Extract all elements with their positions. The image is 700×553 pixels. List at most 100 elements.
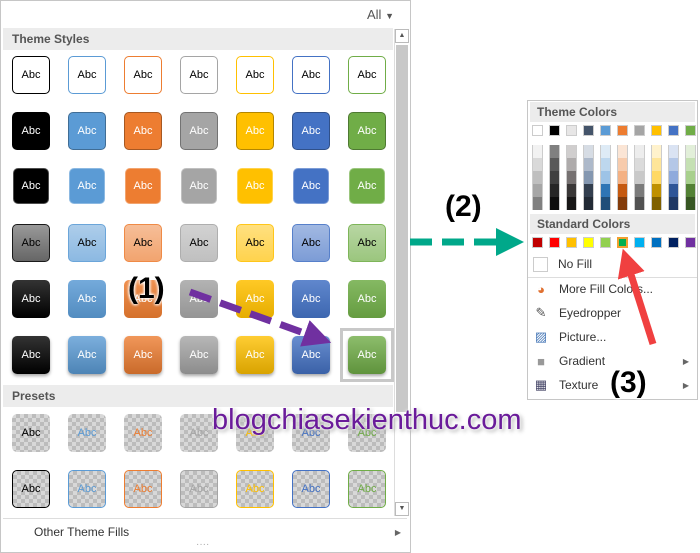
- style-tile[interactable]: Abc: [293, 168, 329, 204]
- theme-shade-swatch[interactable]: [668, 171, 679, 184]
- theme-shade-swatch[interactable]: [651, 171, 662, 184]
- theme-shade-swatch[interactable]: [634, 184, 645, 197]
- theme-shade-swatch[interactable]: [583, 158, 594, 171]
- theme-shade-swatch[interactable]: [668, 145, 679, 158]
- style-tile[interactable]: Abc: [348, 56, 386, 94]
- scroll-down-button[interactable]: ▼: [395, 502, 409, 516]
- theme-shade-swatch[interactable]: [651, 158, 662, 171]
- theme-shade-swatch[interactable]: [617, 197, 628, 210]
- theme-shade-swatch[interactable]: [549, 158, 560, 171]
- style-tile[interactable]: Abc: [349, 168, 385, 204]
- style-tile[interactable]: Abc: [12, 336, 50, 374]
- standard-color-swatch[interactable]: [549, 237, 560, 248]
- style-tile[interactable]: Abc: [180, 280, 218, 318]
- style-tile[interactable]: Abc: [181, 168, 217, 204]
- style-tile[interactable]: Abc: [236, 280, 274, 318]
- theme-color-swatch[interactable]: [532, 125, 543, 136]
- theme-shade-swatch[interactable]: [583, 145, 594, 158]
- theme-color-swatch[interactable]: [583, 125, 594, 136]
- theme-shade-swatch[interactable]: [685, 184, 696, 197]
- style-tile[interactable]: Abc: [125, 168, 161, 204]
- style-tile[interactable]: Abc: [12, 224, 50, 262]
- style-tile[interactable]: Abc: [180, 336, 218, 374]
- theme-shade-swatch[interactable]: [685, 145, 696, 158]
- resize-grip[interactable]: ····: [196, 539, 209, 550]
- style-tile[interactable]: Abc: [180, 56, 218, 94]
- theme-shade-swatch[interactable]: [532, 158, 543, 171]
- standard-color-swatch[interactable]: [634, 237, 645, 248]
- theme-shade-swatch[interactable]: [685, 158, 696, 171]
- theme-color-swatch[interactable]: [549, 125, 560, 136]
- style-tile[interactable]: Abc: [292, 56, 330, 94]
- theme-shade-swatch[interactable]: [549, 184, 560, 197]
- style-tile[interactable]: Abc: [12, 112, 50, 150]
- style-tile[interactable]: Abc: [180, 470, 218, 508]
- theme-shade-swatch[interactable]: [668, 184, 679, 197]
- filter-dropdown[interactable]: All ▼: [367, 7, 394, 22]
- theme-shade-swatch[interactable]: [549, 171, 560, 184]
- style-tile[interactable]: Abc: [12, 414, 50, 452]
- style-tile[interactable]: Abc: [292, 224, 330, 262]
- theme-color-swatch[interactable]: [600, 125, 611, 136]
- style-tile[interactable]: Abc: [68, 280, 106, 318]
- style-tile[interactable]: Abc: [68, 414, 106, 452]
- theme-shade-swatch[interactable]: [532, 171, 543, 184]
- theme-shade-swatch[interactable]: [651, 145, 662, 158]
- style-tile[interactable]: Abc: [236, 112, 274, 150]
- standard-color-swatch[interactable]: [532, 237, 543, 248]
- theme-shade-swatch[interactable]: [566, 145, 577, 158]
- theme-shade-swatch[interactable]: [634, 145, 645, 158]
- style-tile[interactable]: Abc: [348, 280, 386, 318]
- standard-color-swatch[interactable]: [566, 237, 577, 248]
- standard-color-swatch[interactable]: [583, 237, 594, 248]
- theme-color-swatch[interactable]: [566, 125, 577, 136]
- menu-item-more-fill-colors[interactable]: ◕ More Fill Colors...: [528, 278, 697, 300]
- style-tile[interactable]: Abc: [292, 336, 330, 374]
- style-tile[interactable]: Abc: [180, 224, 218, 262]
- style-tile[interactable]: Abc: [13, 168, 49, 204]
- theme-shade-swatch[interactable]: [566, 171, 577, 184]
- theme-color-swatch[interactable]: [668, 125, 679, 136]
- style-tile[interactable]: Abc: [124, 336, 162, 374]
- style-tile[interactable]: Abc: [292, 112, 330, 150]
- theme-shade-swatch[interactable]: [651, 184, 662, 197]
- theme-shade-swatch[interactable]: [566, 197, 577, 210]
- style-tile[interactable]: Abc: [124, 224, 162, 262]
- style-tile[interactable]: Abc: [348, 224, 386, 262]
- theme-shade-swatch[interactable]: [668, 197, 679, 210]
- theme-shade-swatch[interactable]: [668, 158, 679, 171]
- theme-shade-swatch[interactable]: [685, 197, 696, 210]
- theme-shade-swatch[interactable]: [600, 158, 611, 171]
- theme-shade-swatch[interactable]: [583, 171, 594, 184]
- theme-shade-swatch[interactable]: [634, 197, 645, 210]
- style-tile[interactable]: Abc: [68, 336, 106, 374]
- theme-shade-swatch[interactable]: [532, 145, 543, 158]
- theme-shade-swatch[interactable]: [566, 184, 577, 197]
- style-tile[interactable]: Abc: [124, 112, 162, 150]
- style-tile[interactable]: Abc: [237, 168, 273, 204]
- theme-shade-swatch[interactable]: [617, 184, 628, 197]
- theme-shade-swatch[interactable]: [617, 171, 628, 184]
- standard-color-swatch[interactable]: [651, 237, 662, 248]
- theme-shade-swatch[interactable]: [617, 145, 628, 158]
- theme-shade-swatch[interactable]: [532, 197, 543, 210]
- theme-shade-swatch[interactable]: [617, 158, 628, 171]
- style-tile[interactable]: Abc: [292, 470, 330, 508]
- style-tile[interactable]: Abc: [348, 470, 386, 508]
- scroll-thumb[interactable]: [396, 45, 408, 412]
- theme-shade-swatch[interactable]: [634, 158, 645, 171]
- style-tile[interactable]: Abc: [12, 280, 50, 318]
- theme-shade-swatch[interactable]: [634, 171, 645, 184]
- theme-shade-swatch[interactable]: [583, 184, 594, 197]
- theme-shade-swatch[interactable]: [600, 145, 611, 158]
- standard-color-swatch[interactable]: [617, 237, 628, 248]
- style-tile[interactable]: Abc: [180, 112, 218, 150]
- style-tile[interactable]: Abc: [124, 56, 162, 94]
- theme-shade-swatch[interactable]: [566, 158, 577, 171]
- theme-color-swatch[interactable]: [685, 125, 696, 136]
- style-tile[interactable]: Abc: [236, 470, 274, 508]
- theme-shade-swatch[interactable]: [549, 197, 560, 210]
- scroll-up-button[interactable]: ▲: [395, 29, 409, 43]
- theme-shade-swatch[interactable]: [600, 197, 611, 210]
- style-tile[interactable]: Abc: [68, 224, 106, 262]
